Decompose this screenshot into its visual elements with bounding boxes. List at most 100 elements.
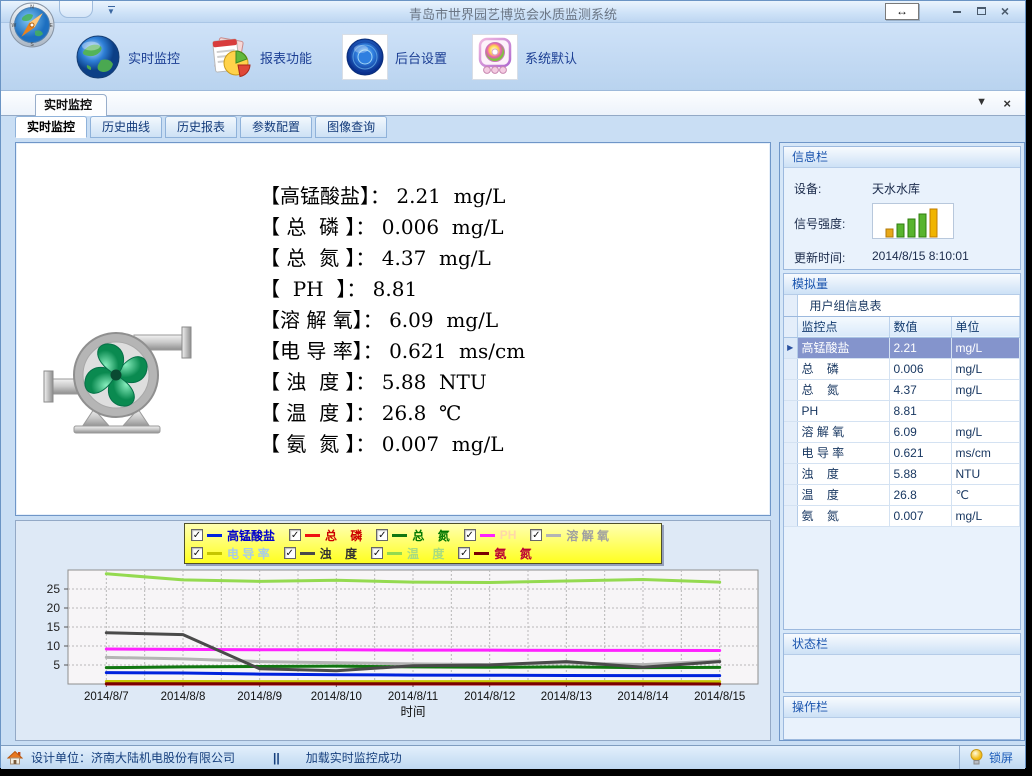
table-row[interactable]: 电 导 率0.621ms/cm	[784, 442, 1020, 463]
table-row[interactable]: PH8.81	[784, 400, 1020, 421]
svg-text:2014/8/8: 2014/8/8	[161, 691, 206, 703]
svg-text:2014/8/12: 2014/8/12	[464, 691, 515, 703]
legend-series-label: 电 导 率	[227, 545, 270, 562]
quick-access-dropdown-icon[interactable]: ▼	[105, 5, 117, 17]
subtab-0[interactable]: 实时监控	[15, 116, 87, 138]
cell-point: 浊 度	[797, 463, 889, 484]
reading-row: 【电 导 率】： 0.621 ms/cm	[260, 336, 525, 367]
lock-screen-button[interactable]: 锁屏	[959, 746, 1025, 769]
close-button[interactable]: ×	[995, 3, 1015, 20]
svg-text:2014/8/9: 2014/8/9	[237, 691, 282, 703]
table-row[interactable]: 总 磷0.006mg/L	[784, 358, 1020, 379]
reading-label: 【高锰酸盐】：	[260, 184, 390, 208]
legend-checkbox[interactable]: ✓	[191, 547, 203, 559]
cell-value: 0.006	[889, 358, 951, 379]
reading-label: 【 温 度 】：	[260, 401, 375, 425]
svg-text:15: 15	[47, 620, 61, 634]
subtab-4[interactable]: 图像查询	[315, 116, 387, 138]
row-indicator	[784, 463, 797, 484]
compass-app-icon[interactable]: N S W E	[9, 2, 55, 48]
legend-item[interactable]: ✓ 高锰酸盐	[191, 527, 275, 544]
reading-value: 26.8 ℃	[375, 401, 461, 425]
table-row[interactable]: ▶高锰酸盐2.21mg/L	[784, 337, 1020, 358]
cell-unit: mg/L	[951, 379, 1020, 400]
cell-point: 溶 解 氧	[797, 421, 889, 442]
legend-checkbox[interactable]: ✓	[191, 529, 203, 541]
legend-item[interactable]: ✓总 磷	[289, 527, 362, 544]
cell-value: 8.81	[889, 400, 951, 421]
row-indicator	[784, 421, 797, 442]
tab-close-icon[interactable]: ×	[1003, 96, 1011, 111]
table-row[interactable]: 氨 氮0.007mg/L	[784, 505, 1020, 526]
legend-checkbox[interactable]: ✓	[458, 547, 470, 559]
palette-icon	[472, 34, 518, 80]
legend-color-dash	[546, 534, 561, 537]
trend-chart: 5101520252014/8/72014/8/82014/8/92014/8/…	[18, 566, 768, 738]
designer-text: 设计单位：济南大陆机电股份有限公司	[31, 749, 235, 766]
legend-series-label: 氨 氮	[494, 545, 531, 562]
cell-point: 总 氮	[797, 379, 889, 400]
cell-unit	[951, 400, 1020, 421]
bulb-icon	[970, 749, 983, 766]
resize-button[interactable]: ↔	[885, 3, 919, 20]
maximize-button[interactable]	[971, 3, 991, 20]
toolbar-button-default[interactable]: 系统默认	[464, 30, 585, 84]
legend-item[interactable]: ✓PH	[464, 528, 517, 542]
toolbar-button-settings[interactable]: 后台设置	[334, 30, 455, 84]
minimize-button[interactable]	[947, 3, 967, 20]
legend-item[interactable]: ✓ 氨 氮	[458, 545, 531, 562]
table-row[interactable]: 总 氮4.37mg/L	[784, 379, 1020, 400]
reading-row: 【 总 磷 】： 0.006 mg/L	[260, 212, 525, 243]
reading-label: 【 氨 氮 】：	[260, 432, 375, 456]
legend-checkbox[interactable]: ✓	[376, 529, 388, 541]
reading-label: 【 浊 度 】：	[260, 370, 375, 394]
toolbar-button-reports[interactable]: 报表功能	[199, 30, 320, 84]
legend-item[interactable]: ✓ 温 度	[371, 545, 444, 562]
legend-series-label: 高锰酸盐	[227, 527, 275, 544]
legend-checkbox[interactable]: ✓	[464, 529, 476, 541]
sub-tabstrip: 实时监控历史曲线历史报表参数配置图像查询	[1, 116, 1025, 140]
subtab-3[interactable]: 参数配置	[240, 116, 312, 138]
cell-unit: ℃	[951, 484, 1020, 505]
subtab-2[interactable]: 历史报表	[165, 116, 237, 138]
statusbar-left: 设计单位：济南大陆机电股份有限公司 || 加载实时监控成功	[1, 749, 402, 766]
row-indicator	[784, 358, 797, 379]
dial-icon	[342, 34, 388, 80]
legend-item[interactable]: ✓溶 解 氧	[530, 527, 609, 544]
legend-item[interactable]: ✓ 电 导 率	[191, 545, 270, 562]
table-caption: 用户组信息表	[797, 295, 1020, 316]
legend-series-label: 温 度	[407, 545, 444, 562]
table-row[interactable]: 温 度26.8℃	[784, 484, 1020, 505]
tab-list-dropdown-icon[interactable]: ▼	[976, 96, 987, 108]
reading-row: 【 浊 度 】： 5.88 NTU	[260, 367, 525, 398]
reading-value: 0.621 ms/cm	[383, 339, 525, 363]
svg-text:20: 20	[47, 601, 61, 615]
doc-tab-realtime[interactable]: 实时监控	[35, 94, 107, 116]
right-sidebar: 信息栏 设备: 天水水库 信号强度: 更新时间: 2014/8/15 8:10:…	[779, 142, 1025, 741]
table-header-row: 监控点 数值 单位	[784, 316, 1020, 337]
reading-value: 5.88 NTU	[375, 370, 486, 394]
legend-checkbox[interactable]: ✓	[284, 547, 296, 559]
legend-item[interactable]: ✓ 总 氮	[376, 527, 449, 544]
app-window: 青岛市世界园艺博览会水质监测系统 ▼ ↔ × N S W E	[0, 0, 1026, 768]
legend-row-2: ✓电 导 率✓浊 度✓温 度✓氨 氮	[191, 544, 655, 562]
legend-item[interactable]: ✓浊 度	[284, 545, 357, 562]
table-row[interactable]: 溶 解 氧6.09mg/L	[784, 421, 1020, 442]
cell-point: 温 度	[797, 484, 889, 505]
cell-value: 5.88	[889, 463, 951, 484]
svg-text:2014/8/7: 2014/8/7	[84, 691, 129, 703]
document-tabstrip: 实时监控 ▼ ×	[1, 91, 1025, 116]
legend-checkbox[interactable]: ✓	[530, 529, 542, 541]
svg-text:10: 10	[47, 639, 61, 653]
legend-checkbox[interactable]: ✓	[371, 547, 383, 559]
subtab-1[interactable]: 历史曲线	[90, 116, 162, 138]
monitoring-table: 用户组信息表 监控点 数值 单位 ▶高锰酸盐2.21mg/L总 磷0.006mg…	[784, 295, 1020, 527]
toolbar-button-label: 实时监控	[128, 48, 180, 67]
legend-color-dash	[474, 552, 489, 555]
legend-series-label: 总 氮	[412, 527, 449, 544]
cell-value: 2.21	[889, 337, 951, 358]
table-row[interactable]: 浊 度5.88NTU	[784, 463, 1020, 484]
reading-row: 【高锰酸盐】： 2.21 mg/L	[260, 181, 525, 212]
legend-checkbox[interactable]: ✓	[289, 529, 301, 541]
toolbar-button-realtime[interactable]: 实时监控	[67, 30, 188, 84]
